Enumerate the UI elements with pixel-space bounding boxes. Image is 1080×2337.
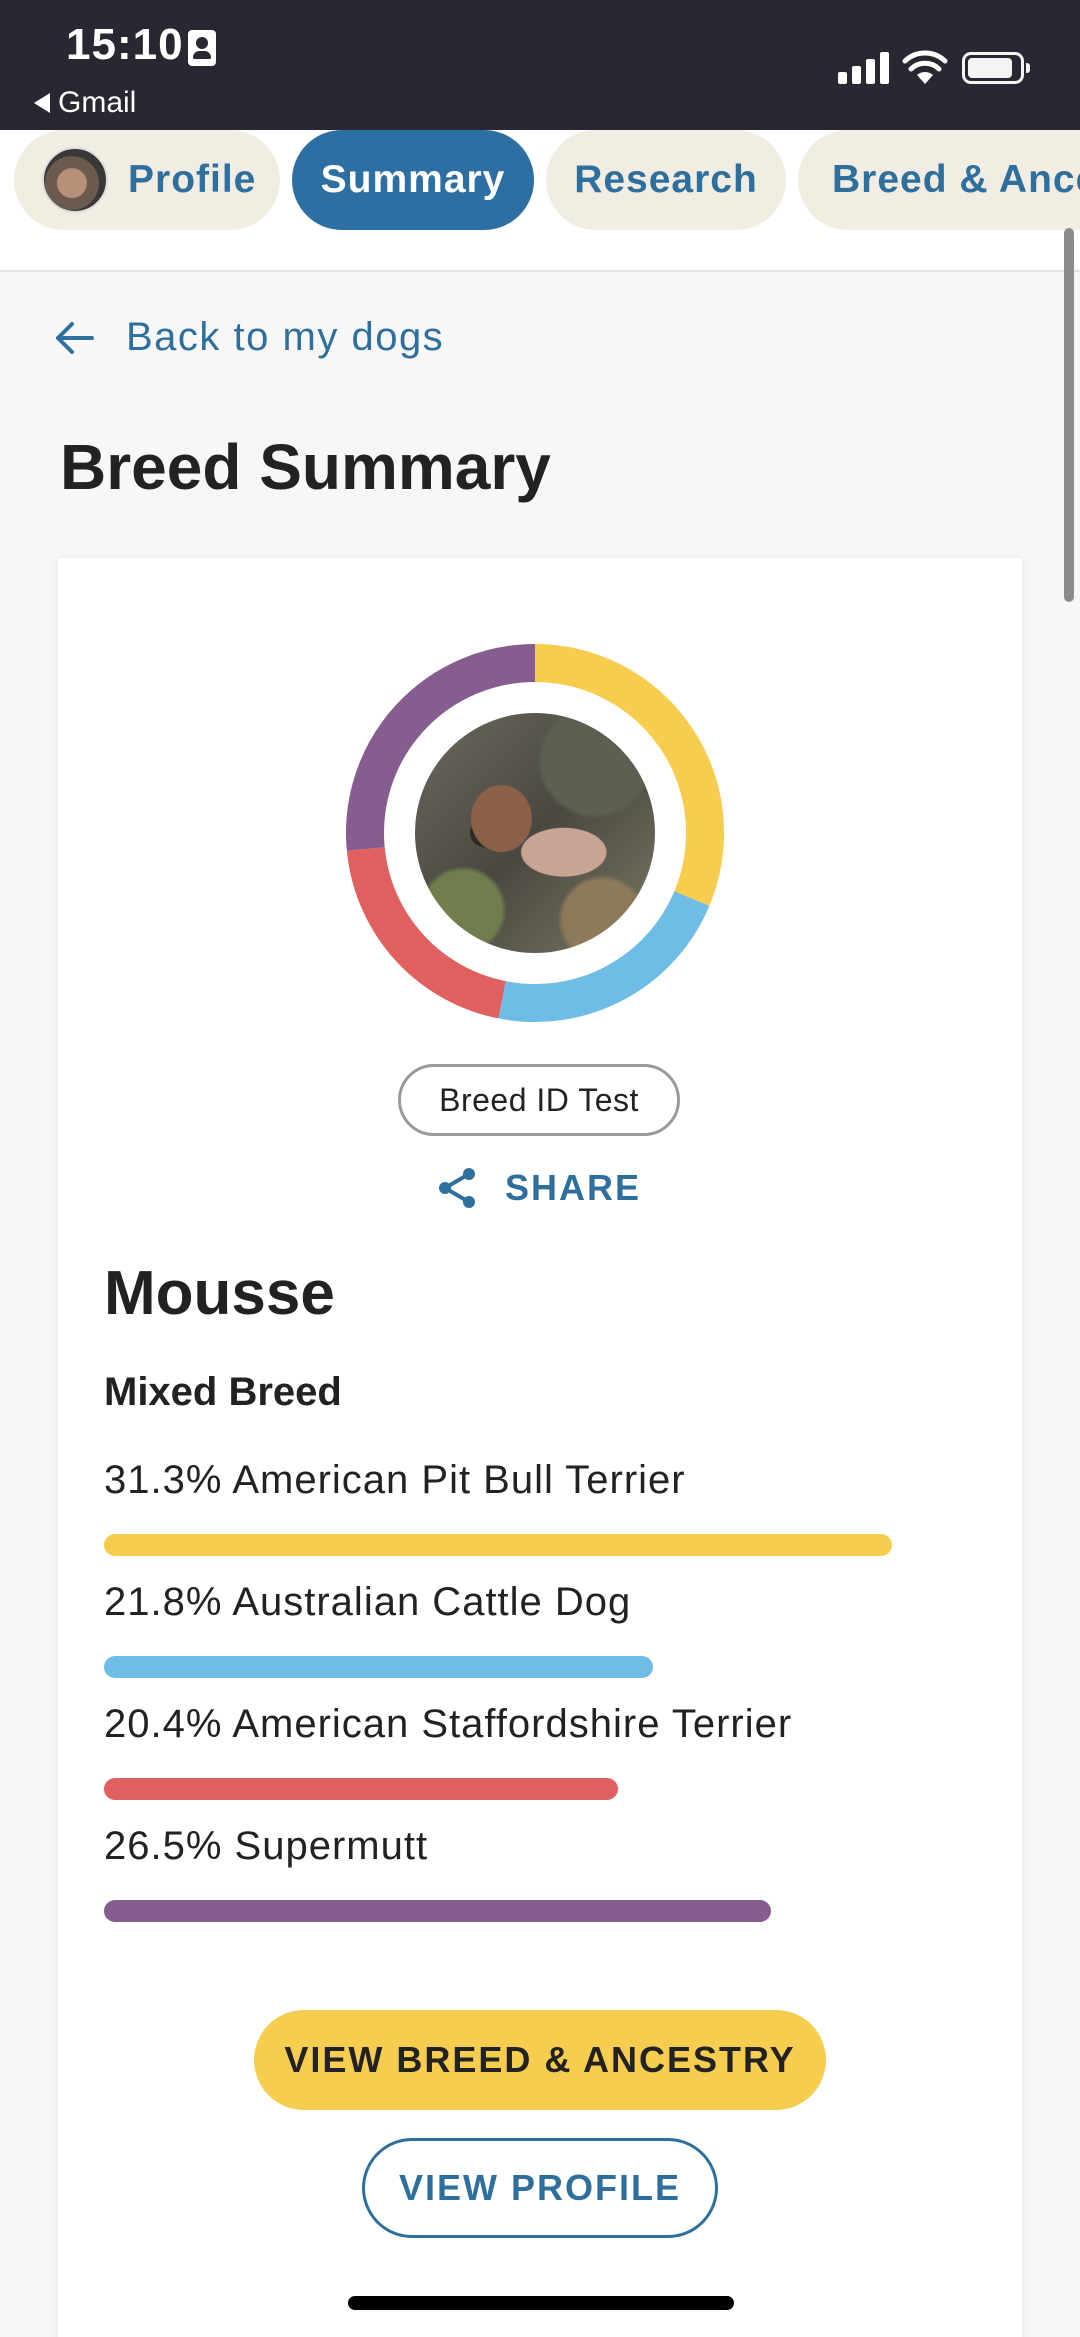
status-time: 15:10: [66, 20, 184, 69]
status-bar: 15:10 Gmail: [0, 0, 1080, 130]
breed-bar: [104, 1900, 771, 1922]
breed-bar: [104, 1778, 618, 1800]
dog-photo: [415, 713, 655, 953]
cellular-signal-icon: [838, 52, 890, 84]
breed-label: 21.8% Australian Cattle Dog: [104, 1580, 632, 1624]
tab-profile[interactable]: Profile: [14, 130, 280, 230]
share-label: SHARE: [505, 1167, 642, 1208]
breed-type: Mixed Breed: [104, 1370, 342, 1414]
breed-bar: [104, 1656, 653, 1678]
back-app-label: Gmail: [58, 86, 137, 119]
tab-label: Research: [574, 158, 758, 201]
tab-summary[interactable]: Summary: [292, 130, 534, 230]
wifi-icon: [902, 50, 948, 84]
back-link-label: Back to my dogs: [126, 315, 445, 359]
breed-label: 20.4% American Staffordshire Terrier: [104, 1702, 793, 1746]
tab-label: Summary: [320, 158, 506, 201]
tab-label: Breed & Ancestry: [832, 158, 1080, 201]
share-icon: [439, 1168, 475, 1208]
page-title: Breed Summary: [60, 431, 551, 503]
tab-research[interactable]: Research: [546, 130, 786, 230]
breed-row: 26.5% Supermutt: [104, 1824, 984, 1922]
scrollbar[interactable]: [1064, 228, 1074, 602]
back-to-app-link[interactable]: Gmail: [34, 86, 136, 120]
breed-summary-card: Breed ID Test SHARE Mousse Mixed Breed 3…: [58, 558, 1022, 2337]
share-button[interactable]: SHARE: [433, 1164, 641, 1212]
home-indicator[interactable]: [348, 2296, 734, 2310]
test-type-badge: Breed ID Test: [398, 1064, 680, 1136]
tab-breed-ancestry[interactable]: Breed & Ancestry: [798, 130, 1080, 230]
breed-row: 21.8% Australian Cattle Dog: [104, 1580, 984, 1678]
contact-card-icon: [188, 30, 216, 66]
back-to-dogs-link[interactable]: Back to my dogs: [52, 315, 444, 360]
breed-label: 31.3% American Pit Bull Terrier: [104, 1458, 686, 1502]
battery-icon: [962, 52, 1030, 84]
view-breed-ancestry-button[interactable]: VIEW BREED & ANCESTRY: [254, 2010, 826, 2110]
tab-label: Profile: [128, 158, 257, 201]
view-profile-button[interactable]: VIEW PROFILE: [362, 2138, 718, 2238]
section-tabs: Profile Summary Research Breed & Ancestr…: [0, 130, 1080, 272]
breed-label: 26.5% Supermutt: [104, 1824, 429, 1868]
breed-row: 31.3% American Pit Bull Terrier: [104, 1458, 984, 1556]
breed-bar: [104, 1534, 892, 1556]
breed-donut-chart: [338, 636, 732, 1030]
breed-row: 20.4% American Staffordshire Terrier: [104, 1702, 984, 1800]
dog-name: Mousse: [104, 1259, 335, 1328]
back-triangle-icon: [34, 93, 50, 113]
arrow-left-icon: [56, 321, 94, 354]
dog-avatar: [42, 147, 108, 213]
